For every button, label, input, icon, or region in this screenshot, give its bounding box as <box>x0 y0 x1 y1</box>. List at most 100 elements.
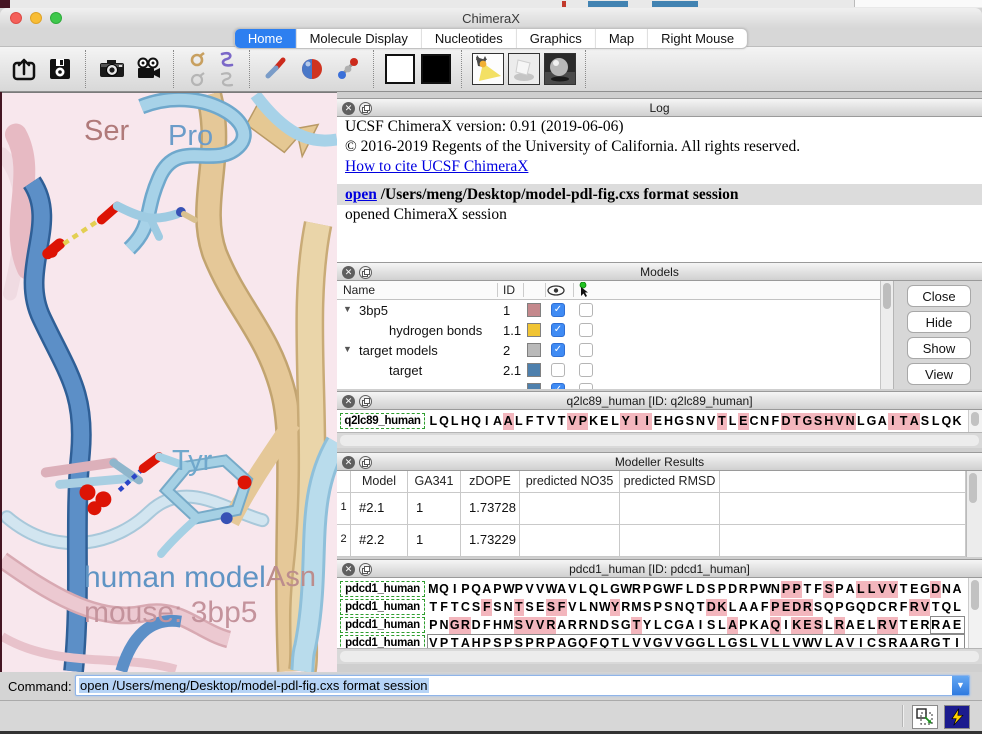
model-color-swatch[interactable] <box>527 383 541 389</box>
model-row[interactable]: ▼3bp51 <box>337 300 880 320</box>
residue: P <box>492 581 503 598</box>
rapid-access-button[interactable] <box>944 705 970 729</box>
scrollbar-thumb[interactable] <box>340 435 979 446</box>
selected-checkbox[interactable] <box>579 383 593 389</box>
sphere-style-button[interactable] <box>296 52 328 86</box>
tab-graphics[interactable]: Graphics <box>516 29 595 48</box>
tab-home[interactable]: Home <box>235 29 296 48</box>
residue: R <box>909 599 920 616</box>
sequence-name[interactable]: q2lc89_human <box>340 413 425 429</box>
residue: N <box>588 599 599 616</box>
model-row[interactable]: hydrogen bonds1.1 <box>337 320 880 340</box>
column-id: ID <box>503 283 515 297</box>
row-number: 2 <box>337 525 351 556</box>
result-cell <box>620 493 720 524</box>
scrollbar-thumb[interactable] <box>883 283 891 309</box>
residue: V <box>834 413 845 430</box>
black-background-button[interactable] <box>420 52 452 86</box>
open-command-link[interactable]: open <box>345 186 377 203</box>
result-cell: 1.73728 <box>461 493 520 524</box>
hide-cartoons-button[interactable] <box>214 70 240 89</box>
q2lc89-horizontal-scrollbar[interactable] <box>337 432 982 448</box>
sequence-name[interactable]: pdcd1_human <box>340 617 425 633</box>
scrollbar-thumb[interactable] <box>971 412 979 426</box>
snapshot-button[interactable] <box>96 52 128 86</box>
model-row[interactable]: ▼target models2 <box>337 340 880 360</box>
residue: N <box>503 599 514 616</box>
shown-checkbox[interactable] <box>551 363 565 377</box>
save-button[interactable] <box>44 52 76 86</box>
view-models-button[interactable]: View <box>907 363 971 385</box>
command-history-dropdown-button[interactable]: ▼ <box>952 676 969 695</box>
tab-map[interactable]: Map <box>595 29 647 48</box>
sequence-scrollbar[interactable] <box>968 578 982 648</box>
open-button[interactable] <box>8 52 40 86</box>
tab-right-mouse[interactable]: Right Mouse <box>647 29 747 48</box>
expand-triangle-icon[interactable]: ▼ <box>343 344 352 354</box>
modeller-result-row[interactable]: 2#2.211.73229 <box>337 525 966 557</box>
model-color-swatch[interactable] <box>527 303 541 317</box>
residue: P <box>738 617 749 634</box>
modeller-scrollbar[interactable] <box>966 471 982 557</box>
chimerax-window: ChimeraX HomeMolecule DisplayNucleotides… <box>0 0 982 734</box>
residue: K <box>791 617 802 634</box>
pdcd1-horizontal-scrollbar[interactable] <box>337 648 982 664</box>
expand-triangle-icon[interactable]: ▼ <box>343 304 352 314</box>
column-header <box>720 471 966 492</box>
sequence-scrollbar[interactable] <box>968 410 982 432</box>
residue: A <box>759 617 770 634</box>
hide-models-button[interactable]: Hide <box>907 311 971 333</box>
close-models-button[interactable]: Close <box>907 285 971 307</box>
column-header: predicted RMSD <box>620 471 720 492</box>
model-color-swatch[interactable] <box>527 343 541 357</box>
selected-checkbox[interactable] <box>579 363 593 377</box>
tab-nucleotides[interactable]: Nucleotides <box>421 29 516 48</box>
column-name: Name <box>343 283 375 297</box>
ball-and-stick-style-button[interactable] <box>332 52 364 86</box>
shown-checkbox[interactable] <box>551 383 565 389</box>
shown-checkbox[interactable] <box>551 303 565 317</box>
models-scrollbar[interactable] <box>880 281 894 389</box>
model-color-swatch[interactable] <box>527 363 541 377</box>
scrollbar-thumb[interactable] <box>969 473 977 503</box>
stick-style-button[interactable] <box>260 52 292 86</box>
residue: E <box>909 617 920 634</box>
show-cartoons-button[interactable] <box>214 50 240 69</box>
select-mode-button[interactable] <box>912 705 938 729</box>
residue: T <box>791 413 802 430</box>
sequence-name[interactable]: pdcd1_human <box>340 581 425 597</box>
spin-movie-button[interactable] <box>132 52 164 86</box>
residue: R <box>738 581 749 598</box>
sequence-name[interactable]: pdcd1_human <box>340 599 425 615</box>
soft-lighting-button[interactable] <box>508 52 540 86</box>
scrollbar-thumb[interactable] <box>340 651 979 662</box>
command-input[interactable]: open /Users/meng/Desktop/model-pdl-fig.c… <box>75 675 970 696</box>
shown-checkbox[interactable] <box>551 343 565 357</box>
residue: G <box>802 413 813 430</box>
selected-checkbox[interactable] <box>579 343 593 357</box>
selected-checkbox[interactable] <box>579 323 593 337</box>
show-models-button[interactable]: Show <box>907 337 971 359</box>
white-background-button[interactable] <box>384 52 416 86</box>
modeller-result-row[interactable]: 1#2.111.73728 <box>337 493 966 525</box>
model-row[interactable] <box>337 380 880 389</box>
command-echo-text: /Users/meng/Desktop/model-pdl-fig.cxs fo… <box>377 186 739 203</box>
cite-link[interactable]: How to cite UCSF ChimeraX <box>345 158 528 175</box>
tab-molecule-display[interactable]: Molecule Display <box>296 29 421 48</box>
hide-ligands-button[interactable] <box>184 70 210 89</box>
scrollbar-thumb[interactable] <box>971 580 979 610</box>
sequence-name[interactable]: pdcd1_human <box>340 635 425 648</box>
residue: C <box>460 599 471 616</box>
model-row[interactable]: target2.1 <box>337 360 880 380</box>
model-color-swatch[interactable] <box>527 323 541 337</box>
residue: F <box>759 599 770 616</box>
shown-checkbox[interactable] <box>551 323 565 337</box>
residue: D <box>727 581 738 598</box>
residue: C <box>749 413 760 430</box>
residue: L <box>866 581 877 598</box>
selected-checkbox[interactable] <box>579 303 593 317</box>
graphics-viewport[interactable]: SerProTyrhuman modelAsnmouse: 3bp5 <box>2 92 337 672</box>
simple-lighting-button[interactable] <box>472 52 504 86</box>
show-ligands-button[interactable] <box>184 50 210 69</box>
full-lighting-button[interactable] <box>544 52 576 86</box>
